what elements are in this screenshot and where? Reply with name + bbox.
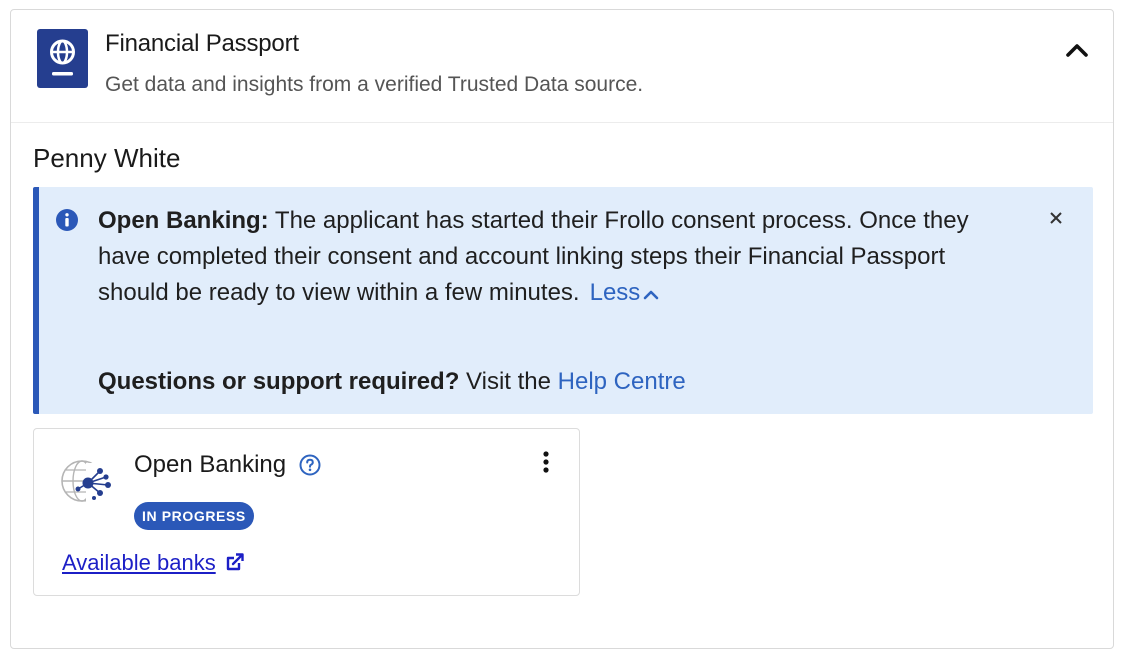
open-banking-network-icon	[58, 453, 114, 509]
applicant-name: Penny White	[33, 143, 181, 173]
less-toggle-link[interactable]: Less	[590, 279, 661, 306]
panel-subtitle: Get data and insights from a verified Tr…	[105, 73, 644, 96]
help-circle-icon[interactable]	[299, 454, 321, 476]
financial-passport-panel: Financial Passport Get data and insights…	[10, 9, 1114, 649]
open-banking-card: Open Banking IN PROGRESS Available banks	[33, 428, 580, 596]
card-title: Open Banking	[134, 451, 287, 478]
globe-passport-icon	[37, 29, 88, 88]
status-badge: IN PROGRESS	[134, 502, 254, 530]
support-heading: Questions or support required?	[98, 368, 460, 395]
close-icon[interactable]	[1045, 207, 1067, 229]
panel-title: Financial Passport	[105, 30, 299, 57]
chevron-up-small-icon[interactable]	[642, 276, 660, 312]
support-text: Visit the	[466, 368, 551, 395]
info-icon	[55, 208, 79, 232]
help-centre-link[interactable]: Help Centre	[558, 368, 686, 395]
support-line: Questions or support required? Visit the…	[98, 364, 686, 400]
chevron-up-icon[interactable]	[1063, 36, 1091, 64]
panel-header[interactable]: Financial Passport Get data and insights…	[11, 10, 1113, 123]
open-banking-alert: Open Banking: The applicant has started …	[33, 187, 1093, 414]
external-link-icon[interactable]	[225, 552, 245, 572]
available-banks-link[interactable]: Available banks	[62, 550, 216, 576]
alert-message: Open Banking: The applicant has started …	[98, 203, 998, 312]
less-label[interactable]: Less	[590, 279, 641, 306]
kebab-menu-icon[interactable]	[534, 449, 558, 477]
alert-heading: Open Banking:	[98, 207, 269, 234]
